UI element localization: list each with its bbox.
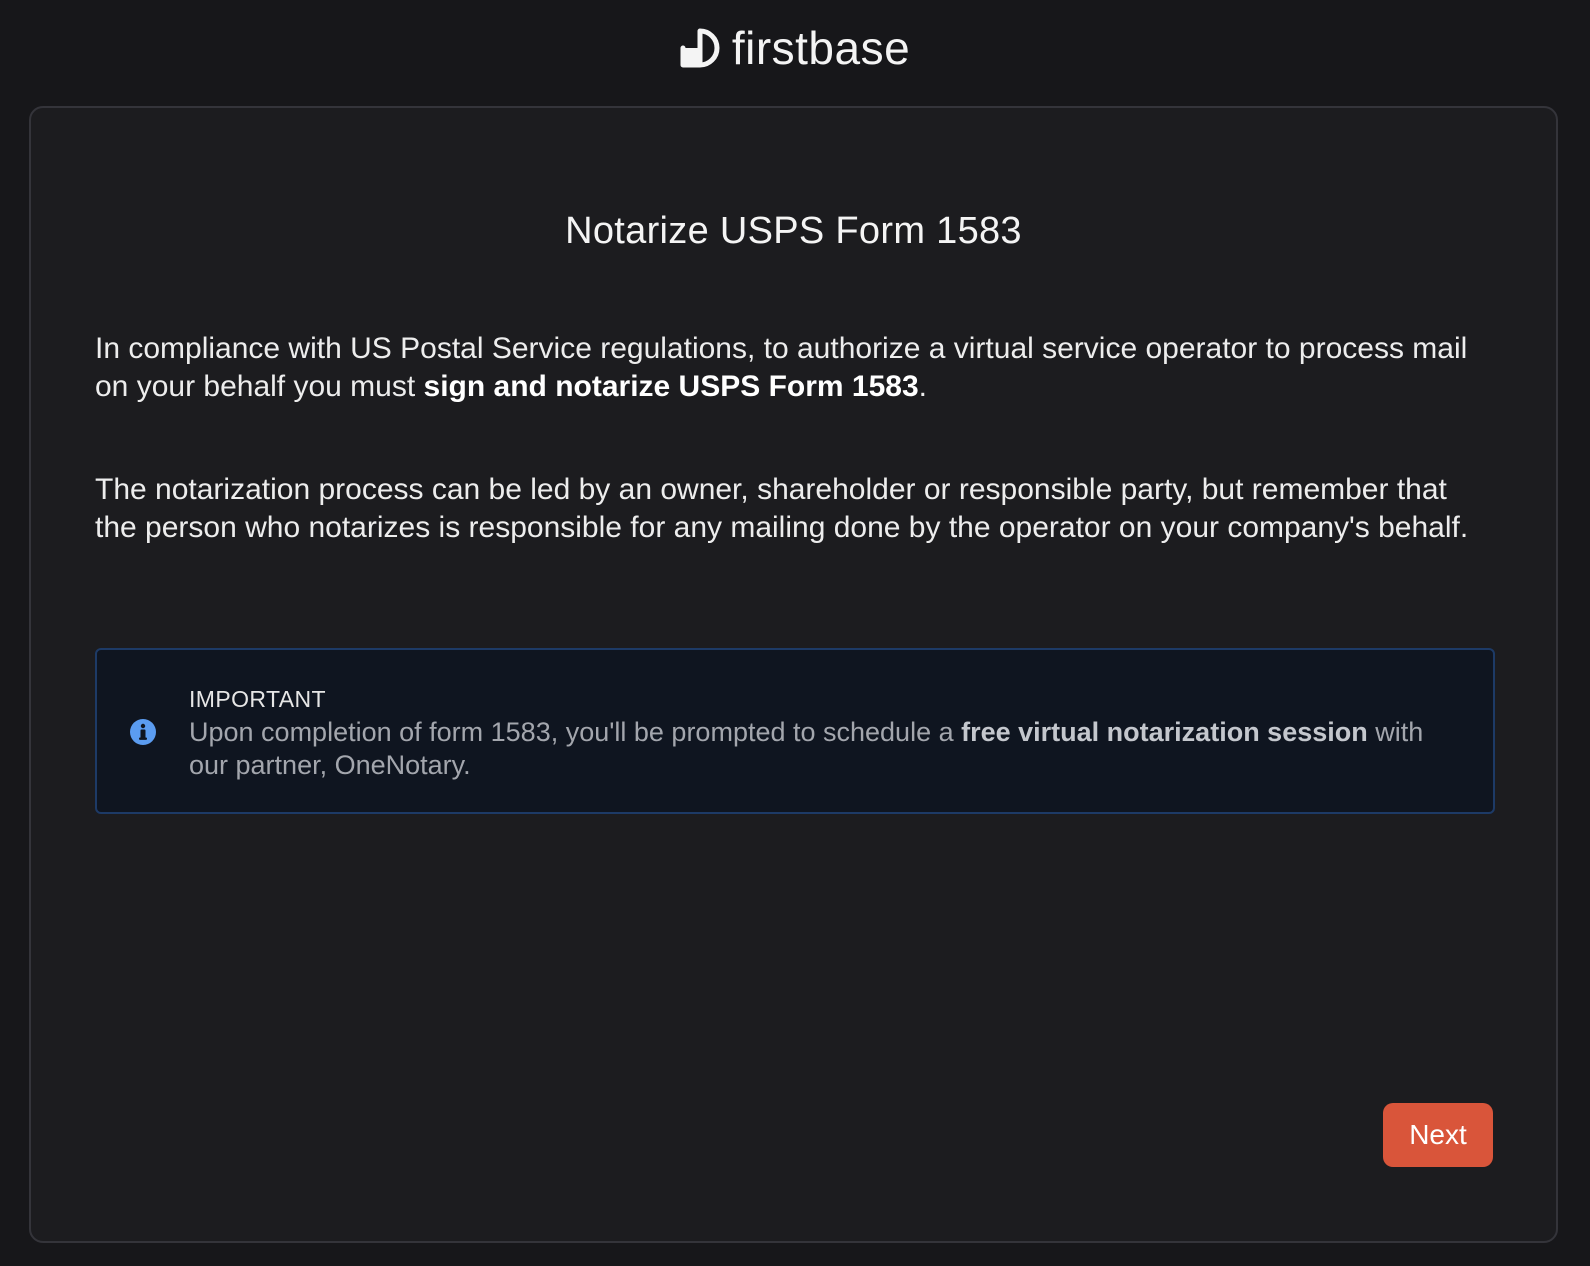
notice-body: Upon completion of form 1583, you'll be … [189,717,1424,780]
info-icon [130,719,156,745]
notice-emphasis: free virtual notarization session [961,717,1368,747]
important-notice: IMPORTANT Upon completion of form 1583, … [95,648,1495,814]
firstbase-logo-icon [680,28,720,68]
compliance-paragraph: In compliance with US Postal Service reg… [95,332,1468,403]
page-title: Notarize USPS Form 1583 [565,210,1022,252]
compliance-emphasis: sign and notarize USPS Form 1583 [423,370,919,403]
brand-name: firstbase [731,22,911,74]
notice-heading: IMPORTANT [189,686,326,712]
next-button[interactable]: Next [1383,1103,1493,1167]
notarization-process-paragraph: The notarization process can be led by a… [95,473,1469,544]
notarize-card: Notarize USPS Form 1583 In compliance wi… [29,106,1558,1243]
brand-header: firstbase [0,22,1590,74]
